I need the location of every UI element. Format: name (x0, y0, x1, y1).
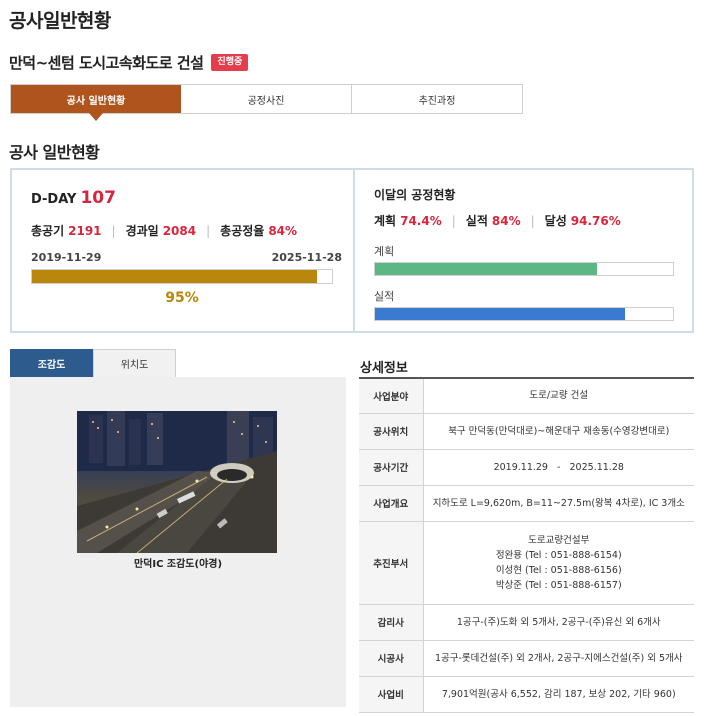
section-title: 공사 일반현황 (9, 143, 100, 162)
summary-box: D-DAY 107 총공기 2191 | 경과일 2084 | 총공정율 84% 201… (10, 168, 694, 333)
detail-row-contractor: 시공사 1공구-롯데건설(주) 외 2개사, 2공구-지에스건설(주) 외 5개… (359, 640, 694, 677)
detail-value: 7,901억원(공사 6,552, 감리 187, 보상 202, 기타 960… (423, 676, 694, 713)
divider: | (530, 213, 535, 228)
detail-label: 사업비 (359, 676, 424, 713)
detail-title: 상세정보 (360, 361, 408, 376)
dday-label: D-DAY (31, 192, 77, 207)
detail-row-overview: 사업개요 지하도로 L=9,620m, B=11~27.5m(왕복 4차로), … (359, 485, 694, 522)
detail-row-period: 공사기간 2019.11.29 - 2025.11.28 (359, 449, 694, 486)
elapsed-days-label: 경과일 (125, 224, 159, 238)
page-title: 공사일반현황 (9, 10, 111, 32)
overall-rate-label: 총공정율 (220, 224, 265, 238)
contact-line: 박상준 (Tel : 051-888-6157) (495, 579, 622, 591)
plan-label: 계획 (374, 214, 397, 228)
contact-line: 이성현 (Tel : 051-888-6156) (495, 564, 622, 576)
total-days-label: 총공기 (31, 224, 65, 238)
detail-value: 1공구-(주)도화 외 5개사, 2공구-(주)유신 외 6개사 (423, 604, 694, 641)
actual-label: 실적 (465, 214, 488, 228)
total-days-value: 2191 (68, 223, 102, 238)
detail-row-location: 공사위치 북구 만덕동(만덕대로)~해운대구 재송동(수영강변대로) (359, 413, 694, 450)
plan-value: 74.4% (400, 213, 442, 228)
detail-value: 1공구-롯데건설(주) 외 2개사, 2공구-지에스건설(주) 외 5개사 (423, 640, 694, 677)
achieve-value: 94.76% (570, 213, 621, 228)
detail-value-department: 도로교량건설부 정완용 (Tel : 051-888-6154) 이성현 (Te… (423, 521, 694, 605)
tab-location-map[interactable]: 위치도 (93, 349, 176, 377)
achieve-label: 달성 (544, 214, 567, 228)
view-panel: 만덕IC 조감도(야경) (10, 377, 346, 707)
detail-value: 2019.11.29 - 2025.11.28 (423, 449, 694, 486)
start-date: 2019-11-29 (31, 251, 102, 264)
detail-row-supervisor: 감리사 1공구-(주)도화 외 5개사, 2공구-(주)유신 외 6개사 (359, 604, 694, 641)
time-progress-bar (31, 269, 333, 284)
elapsed-days-value: 2084 (162, 223, 197, 238)
project-name: 만덕~센텀 도시고속화도로 건설 (9, 54, 204, 72)
detail-label: 사업개요 (359, 485, 424, 522)
detail-row-field: 사업분야 도로/교량 건설 (359, 378, 694, 414)
monthly-progress-panel: 이달의 공정현황 계획 74.4% | 실적 84% | 달성 94.76% 계획 실… (355, 170, 692, 331)
section-tabs: 공사 일반현황 공정사진 추진과정 (10, 84, 523, 121)
detail-value: 북구 만덕동(만덕대로)~해운대구 재송동(수영강변대로) (423, 413, 694, 450)
overall-schedule-panel: D-DAY 107 총공기 2191 | 경과일 2084 | 총공정율 84% 201… (12, 170, 355, 331)
detail-value: 지하도로 L=9,620m, B=11~27.5m(왕복 4차로), IC 3개… (423, 485, 694, 522)
tab-construction-photos[interactable]: 공정사진 (181, 85, 352, 113)
detail-table: 사업분야 도로/교량 건설 공사위치 북구 만덕동(만덕대로)~해운대구 재송동… (359, 377, 694, 713)
department-name: 도로교량건설부 (528, 534, 590, 546)
monthly-title: 이달의 공정현황 (374, 188, 456, 202)
divider: | (451, 213, 456, 228)
detail-label: 시공사 (359, 640, 424, 677)
plan-progress-bar (374, 262, 674, 276)
time-progress-fill (32, 270, 317, 283)
overall-rate-value: 84% (268, 223, 298, 238)
status-badge: 진행중 (211, 54, 249, 71)
detail-label: 공사기간 (359, 449, 424, 486)
end-date: 2025-11-28 (271, 251, 342, 264)
actual-progress-fill (375, 308, 626, 320)
contact-line: 정완용 (Tel : 051-888-6154) (495, 549, 622, 561)
divider: | (111, 223, 116, 238)
detail-value: 도로/교량 건설 (423, 378, 694, 414)
dday-value: 107 (80, 188, 116, 208)
time-progress-percent: 95% (165, 290, 199, 306)
monthly-stats: 계획 74.4% | 실적 84% | 달성 94.76% (374, 212, 621, 229)
detail-row-department: 추진부서 도로교량건설부 정완용 (Tel : 051-888-6154) 이성… (359, 521, 694, 605)
project-header: 만덕~센텀 도시고속화도로 건설 진행중 (9, 52, 249, 73)
photo-caption: 만덕IC 조감도(야경) (133, 559, 223, 570)
detail-label: 감리사 (359, 604, 424, 641)
view-tabs: 조감도 위치도 (10, 349, 176, 377)
detail-label: 추진부서 (359, 521, 424, 605)
dday-counter: D-DAY 107 (31, 188, 116, 208)
plan-bar-label: 계획 (374, 245, 395, 258)
tab-general-status[interactable]: 공사 일반현황 (11, 85, 181, 121)
tab-progress-history[interactable]: 추진과정 (352, 85, 522, 113)
schedule-stats: 총공기 2191 | 경과일 2084 | 총공정율 84% (31, 222, 297, 239)
detail-label: 공사위치 (359, 413, 424, 450)
night-highway-illustration (77, 411, 277, 553)
aerial-night-photo[interactable] (77, 411, 277, 553)
tab-aerial-view[interactable]: 조감도 (10, 349, 93, 377)
detail-row-budget: 사업비 7,901억원(공사 6,552, 감리 187, 보상 202, 기타… (359, 676, 694, 713)
plan-progress-fill (375, 263, 597, 275)
divider: | (206, 223, 211, 238)
detail-label: 사업분야 (359, 378, 424, 414)
actual-bar-label: 실적 (374, 290, 395, 303)
actual-progress-bar (374, 307, 674, 321)
actual-value: 84% (491, 213, 521, 228)
